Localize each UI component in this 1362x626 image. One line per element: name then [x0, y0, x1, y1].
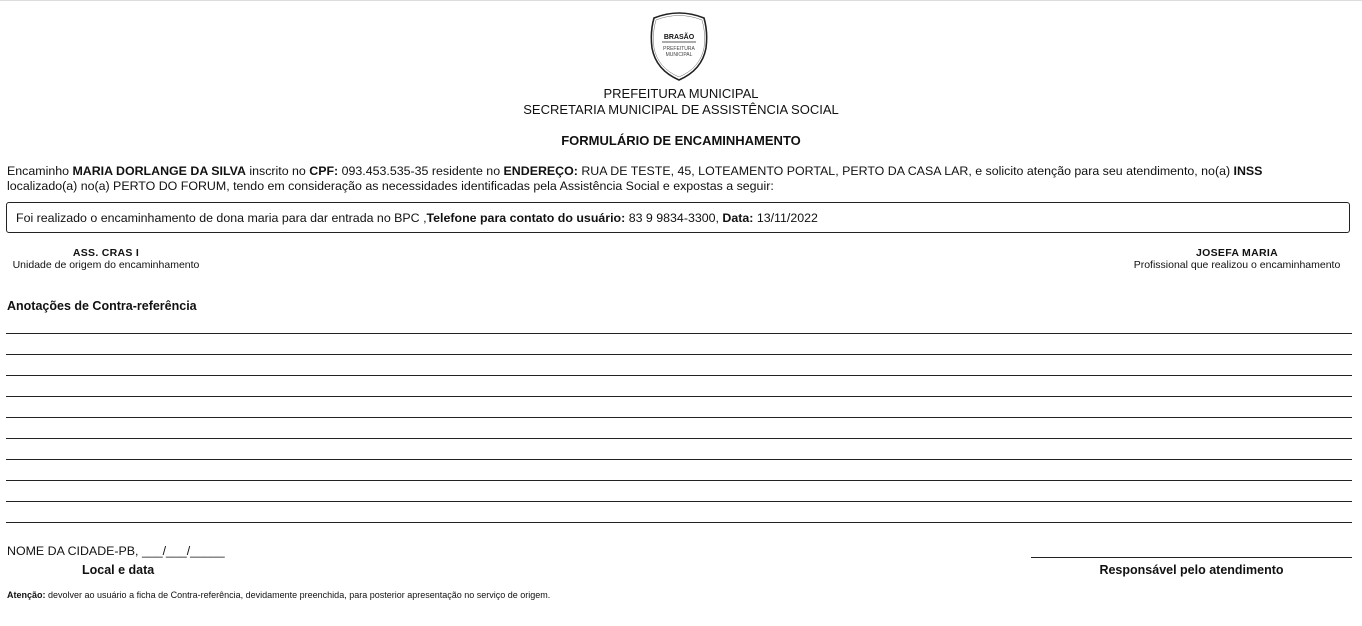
attention-note: Atenção: devolver ao usuário a ficha de … — [7, 590, 550, 600]
annotation-line — [6, 501, 1352, 502]
crest-line2: MUNICIPAL — [666, 52, 693, 58]
annotation-line — [6, 480, 1352, 481]
phone-value: 83 9 9834-3300, — [625, 211, 723, 225]
city-date-field: NOME DA CIDADE-PB, ___/___/_____ — [7, 544, 225, 558]
professional-name: JOSEFA MARIA — [1196, 247, 1278, 259]
attention-label: Atenção: — [7, 590, 46, 600]
header-municipality: PREFEITURA MUNICIPAL — [603, 86, 759, 101]
address-value: RUA DE TESTE, 45, LOTEAMENTO PORTAL, PER… — [577, 164, 969, 178]
origin-unit-signature: ASS. CRAS I Unidade de origem do encamin… — [7, 247, 205, 271]
cpf-label: CPF: — [309, 164, 339, 178]
attention-text: devolver ao usuário a ficha de Contra-re… — [45, 590, 551, 600]
date-label: Data: — [722, 211, 754, 225]
annotation-line — [6, 438, 1352, 439]
annotation-line — [6, 459, 1352, 460]
notes-text: Foi realizado o encaminhamento de dona m… — [16, 211, 427, 225]
referral-location-text: localizado(a) no(a) PERTO DO FORUM, tend… — [7, 178, 774, 193]
referral-notes-box: Foi realizado o encaminhamento de dona m… — [6, 202, 1350, 233]
phone-label: Telefone para contato do usuário: — [426, 211, 626, 225]
brasao-crest: BRASÃO PREFEITURA MUNICIPAL — [646, 10, 712, 82]
professional-caption: Profissional que realizou o encaminhamen… — [1133, 259, 1341, 271]
responsible-signature-line — [1031, 557, 1352, 558]
form-title: FORMULÁRIO DE ENCAMINHAMENTO — [561, 133, 801, 148]
origin-unit-name: ASS. CRAS I — [72, 247, 140, 259]
header-secretariat: SECRETARIA MUNICIPAL DE ASSISTÊNCIA SOCI… — [523, 102, 839, 117]
local-date-label: Local e data — [82, 563, 155, 577]
origin-unit-caption: Unidade de origem do encaminhamento — [12, 259, 200, 271]
annotation-line — [6, 522, 1352, 523]
referral-text: , e solicito atenção para seu atendiment… — [968, 164, 1234, 178]
referral-paragraph: Encaminho MARIA DORLANGE DA SILVA inscri… — [7, 164, 1352, 193]
annotation-line — [6, 375, 1352, 376]
cpf-value: 093.453.535-35 — [338, 164, 429, 178]
referral-text: Encaminho — [7, 164, 73, 178]
annotation-line — [6, 396, 1352, 397]
crest-title: BRASÃO — [664, 32, 695, 41]
annotation-line — [6, 354, 1352, 355]
referral-text: inscrito no — [245, 164, 310, 178]
shield-icon: BRASÃO PREFEITURA MUNICIPAL — [650, 12, 708, 81]
professional-signature: JOSEFA MARIA Profissional que realizou o… — [1122, 247, 1352, 271]
citizen-name: MARIA DORLANGE DA SILVA — [72, 164, 246, 178]
annotation-line — [6, 417, 1352, 418]
institution-name: INSS — [1233, 164, 1263, 178]
date-value: 13/11/2022 — [753, 211, 818, 225]
counter-reference-heading: Anotações de Contra-referência — [7, 299, 197, 313]
responsible-label: Responsável pelo atendimento — [1099, 563, 1284, 577]
annotation-line — [6, 333, 1352, 334]
address-label: ENDEREÇO: — [503, 164, 578, 178]
referral-text: residente no — [428, 164, 504, 178]
